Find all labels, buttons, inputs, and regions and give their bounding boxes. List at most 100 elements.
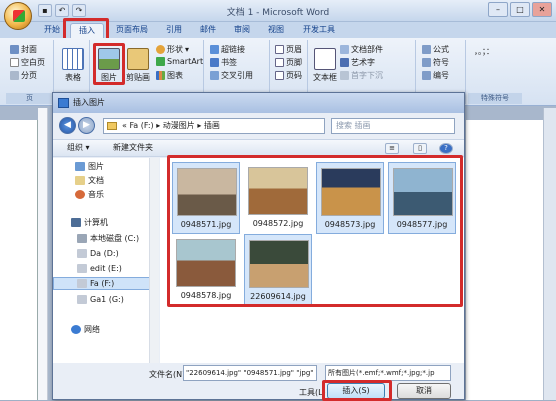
file-item[interactable]: 0948573.jpg (316, 162, 384, 234)
table-button[interactable]: 表格 (60, 48, 86, 83)
file-item[interactable]: 0948578.jpg (172, 234, 240, 306)
save-icon[interactable]: ▪ (38, 4, 52, 17)
file-name: 0948571.jpg (180, 220, 232, 229)
computer-icon (71, 218, 81, 227)
tab-home[interactable]: 开始 (38, 23, 66, 38)
chart-button[interactable]: 图表 (156, 70, 183, 81)
nav-item-music[interactable]: 音乐 (53, 188, 157, 201)
close-button[interactable]: ✕ (532, 2, 552, 17)
nav-item-drive-g[interactable]: Ga1 (G:) (53, 293, 157, 306)
footer-icon (275, 58, 284, 67)
tab-view[interactable]: 视图 (262, 23, 290, 38)
footer-button[interactable]: 页脚 (275, 57, 302, 68)
tab-developer[interactable]: 开发工具 (298, 23, 340, 38)
dialog-title-bar: 插入图片 (53, 93, 464, 113)
page-break-icon (10, 71, 19, 80)
page-break-button[interactable]: 分页 (10, 70, 37, 81)
nav-item-documents[interactable]: 文档 (53, 174, 157, 187)
organize-menu[interactable]: 组织 ▾ (67, 142, 90, 154)
nav-item-computer[interactable]: 计算机 (53, 216, 157, 229)
tab-page-layout[interactable]: 页面布局 (110, 23, 154, 38)
preview-pane-icon[interactable]: ▯ (413, 143, 427, 154)
dropcap-icon (340, 71, 349, 80)
dialog-footer: 文件名(N): "22609614.jpg" "0948571.jpg" "jp… (53, 363, 464, 399)
nav-scrollbar[interactable] (149, 158, 159, 363)
cover-page-button[interactable]: 封面 (10, 44, 37, 55)
equation-button[interactable]: 公式 (422, 44, 449, 55)
tab-references[interactable]: 引用 (160, 23, 188, 38)
file-item[interactable]: 0948577.jpg (388, 162, 456, 234)
nav-item-network[interactable]: 网络 (53, 323, 157, 336)
help-icon[interactable]: ? (439, 143, 453, 154)
shapes-button[interactable]: 形状 ▾ (156, 44, 189, 55)
filetype-select[interactable]: 所有图片(*.emf;*.wmf;*.jpg;*.jp (325, 365, 451, 381)
filename-input[interactable]: "22609614.jpg" "0948571.jpg" "jpg" " (183, 365, 317, 381)
back-button[interactable]: ◀ (59, 117, 76, 134)
thumbnail-image (321, 168, 381, 216)
chevron-down-icon: ▾ (185, 45, 190, 54)
document-page-left (0, 120, 38, 400)
maximize-button[interactable]: □ (510, 2, 530, 17)
insert-button[interactable]: 插入(S) (327, 383, 385, 399)
dialog-toolbar: 组织 ▾ 新建文件夹 ≡ ▯ ? (53, 139, 464, 157)
nav-item-drive-d[interactable]: Da (D:) (53, 247, 157, 260)
search-input[interactable]: 搜索 插画 (331, 118, 455, 134)
nav-item-drive-f[interactable]: Fa (F:) (53, 277, 157, 290)
bookmark-button[interactable]: 书签 (210, 57, 237, 68)
redo-icon[interactable]: ↷ (72, 4, 86, 17)
page-number-button[interactable]: 页码 (275, 70, 302, 81)
file-name: 0948573.jpg (324, 220, 376, 229)
header-icon (275, 45, 284, 54)
chart-icon (156, 71, 165, 80)
documents-icon (75, 176, 85, 185)
breadcrumb-folder[interactable]: 动漫图片 (163, 121, 195, 130)
nav-item-drive-e[interactable]: edit (E:) (53, 262, 157, 275)
symbol-button[interactable]: 符号 (422, 57, 449, 68)
smartart-button[interactable]: SmartArt (156, 57, 203, 66)
pictures-icon (75, 162, 85, 171)
file-name: 0948577.jpg (396, 220, 448, 229)
view-icon[interactable]: ≡ (385, 143, 399, 154)
minimize-button[interactable]: – (488, 2, 508, 17)
cancel-button[interactable]: 取消 (397, 383, 451, 399)
picture-button[interactable]: 图片 (96, 48, 122, 83)
wordart-button[interactable]: 艺术字 (340, 57, 375, 68)
equation-icon (422, 45, 431, 54)
quick-access-toolbar: ▪ ↶ ↷ (38, 4, 86, 17)
new-folder-button[interactable]: 新建文件夹 (113, 142, 153, 154)
file-item[interactable]: 0948572.jpg (244, 162, 312, 234)
special-symbol-grid[interactable]: ，。；： (474, 46, 494, 57)
breadcrumb-drive[interactable]: Fa (F:) (129, 121, 153, 130)
forward-button[interactable]: ▶ (78, 117, 95, 134)
dropcap-button[interactable]: 首字下沉 (340, 70, 383, 81)
folder-icon (107, 122, 117, 130)
tab-mailings[interactable]: 邮件 (194, 23, 222, 38)
document-scrollbar[interactable] (543, 108, 556, 400)
hyperlink-button[interactable]: 超链接 (210, 44, 245, 55)
address-bar[interactable]: « Fa (F:) ▸ 动漫图片 ▸ 插画 (103, 118, 325, 134)
textbox-button[interactable]: 文本框 (312, 48, 338, 83)
breadcrumb-subfolder[interactable]: 插画 (204, 121, 220, 130)
undo-icon[interactable]: ↶ (55, 4, 69, 17)
file-item[interactable]: 22609614.jpg (244, 234, 312, 306)
nav-item-drive-c[interactable]: 本地磁盘 (C:) (53, 232, 157, 245)
tab-insert[interactable]: 插入 (70, 23, 104, 38)
clipart-button[interactable]: 剪贴画 (124, 48, 152, 83)
file-list: 0948571.jpg 0948572.jpg 0948573.jpg 0948… (160, 158, 464, 363)
blank-page-icon (10, 58, 19, 67)
blank-page-button[interactable]: 空白页 (10, 57, 45, 68)
quickparts-button[interactable]: 文档部件 (340, 44, 383, 55)
crossref-button[interactable]: 交叉引用 (210, 70, 253, 81)
office-logo-icon (13, 10, 25, 22)
file-item[interactable]: 0948571.jpg (172, 162, 240, 234)
header-button[interactable]: 页眉 (275, 44, 302, 55)
picture-icon (58, 98, 69, 108)
number-button[interactable]: 编号 (422, 70, 449, 81)
file-name: 0948572.jpg (252, 219, 304, 228)
office-button[interactable] (4, 2, 32, 30)
insert-picture-dialog: 插入图片 ◀ ▶ « Fa (F:) ▸ 动漫图片 ▸ 插画 搜索 插画 组织 … (52, 92, 465, 401)
tab-review[interactable]: 审阅 (228, 23, 256, 38)
tools-menu[interactable]: 工具(L) (299, 387, 326, 398)
crossref-icon (210, 71, 219, 80)
nav-item-pictures[interactable]: 图片 (53, 160, 157, 173)
